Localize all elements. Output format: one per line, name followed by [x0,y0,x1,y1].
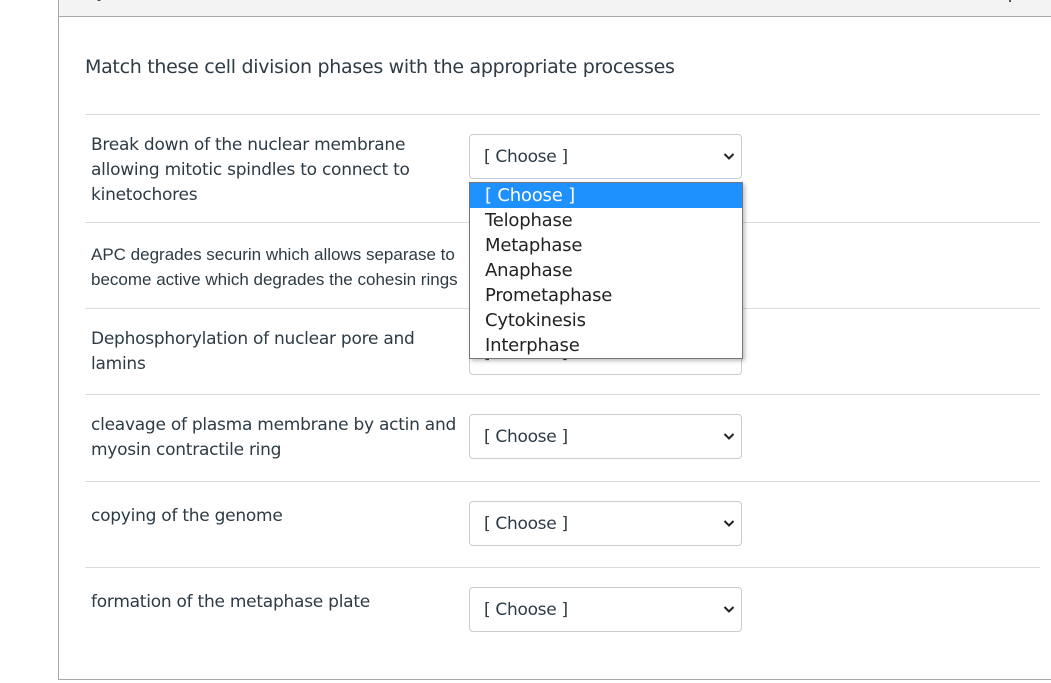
select-value: [ Choose ] [484,427,568,447]
match-prompt-1: Break down of the nuclear membrane allow… [91,135,410,205]
chevron-down-icon [723,433,735,440]
header-glyph-left [97,0,101,1]
match-prompt-3: Dephosphorylation of nuclear pore and la… [91,329,415,374]
divider [85,114,1040,115]
select-value: [ Choose ] [484,147,568,167]
answer-select-4[interactable]: [ Choose ] [469,414,742,459]
header-glyph-right [1009,0,1011,2]
divider [85,394,1040,395]
option-anaphase[interactable]: Anaphase [470,258,742,283]
select-value: [ Choose ] [484,514,568,534]
option-telophase[interactable]: Telophase [470,208,742,233]
answer-select-6[interactable]: [ Choose ] [469,587,742,632]
chevron-down-icon [723,153,735,160]
chevron-down-icon [723,606,735,613]
option-choose[interactable]: [ Choose ] [470,183,742,208]
divider [85,567,1040,568]
option-metaphase[interactable]: Metaphase [470,233,742,258]
chevron-down-icon [723,520,735,527]
answer-select-1[interactable]: [ Choose ] [469,134,742,179]
select-dropdown-list[interactable]: [ Choose ] Telophase Metaphase Anaphase … [469,182,743,359]
question-header [59,0,1051,17]
question-text: Match these cell division phases with th… [85,56,675,78]
match-prompt-4: cleavage of plasma membrane by actin and… [91,415,457,460]
option-prometaphase[interactable]: Prometaphase [470,283,742,308]
select-value: [ Choose ] [484,600,568,620]
match-prompt-2: APC degrades securin which allows separa… [91,245,458,289]
option-cytokinesis[interactable]: Cytokinesis [470,308,742,333]
match-prompt-6: formation of the metaphase plate [91,592,370,612]
match-prompt-5: copying of the genome [91,506,283,526]
answer-select-5[interactable]: [ Choose ] [469,501,742,546]
option-interphase[interactable]: Interphase [470,333,742,358]
divider [85,481,1040,482]
